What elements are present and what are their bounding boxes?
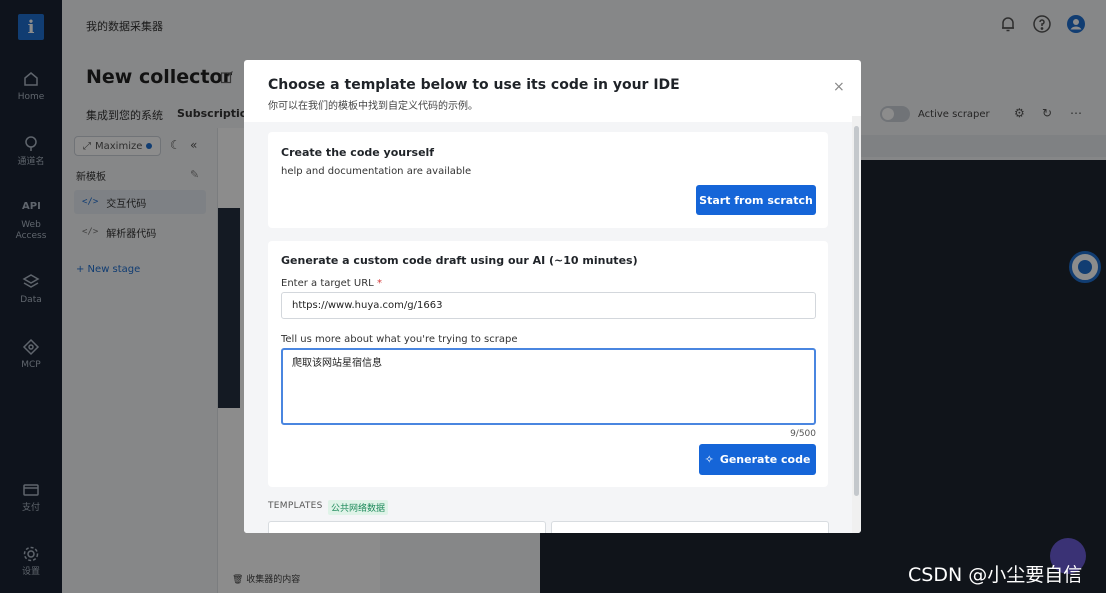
- templates-label: TEMPLATES: [268, 501, 323, 511]
- modal-title: Choose a template below to use its code …: [268, 77, 680, 93]
- template-modal: Choose a template below to use its code …: [244, 60, 861, 533]
- scrollbar-thumb[interactable]: [854, 126, 859, 496]
- watermark-text: CSDN @小尘要自信: [908, 564, 1083, 586]
- card-heading: Generate a custom code draft using our A…: [281, 254, 638, 267]
- card-heading: Create the code yourself: [281, 146, 435, 159]
- scrape-description-textarea[interactable]: 爬取该网站星宿信息: [281, 348, 816, 425]
- ai-draft-card: Generate a custom code draft using our A…: [268, 241, 828, 487]
- template-card[interactable]: [268, 521, 546, 533]
- url-label-text: Enter a target URL: [281, 278, 374, 289]
- card-text: help and documentation are available: [281, 166, 472, 177]
- target-url-input[interactable]: https://www.huya.com/g/1663: [281, 292, 816, 319]
- description-label: Tell us more about what you're trying to…: [281, 334, 518, 345]
- generate-code-button[interactable]: ✧ Generate code: [699, 444, 816, 475]
- modal-subtitle: 你可以在我们的模板中找到自定义代码的示例。: [268, 101, 478, 112]
- templates-badge[interactable]: 公共网络数据: [328, 500, 389, 515]
- close-icon[interactable]: ×: [833, 80, 845, 94]
- required-mark: *: [376, 278, 382, 289]
- create-yourself-card: Create the code yourself help and docume…: [268, 132, 828, 228]
- start-from-scratch-button[interactable]: Start from scratch: [696, 185, 816, 215]
- sparkle-icon: ✧: [704, 453, 714, 466]
- url-label: Enter a target URL *: [281, 278, 382, 289]
- template-card[interactable]: [551, 521, 829, 533]
- generate-code-label: Generate code: [719, 453, 811, 466]
- char-counter: 9/500: [790, 429, 816, 439]
- modal-scrollbar[interactable]: [852, 116, 861, 533]
